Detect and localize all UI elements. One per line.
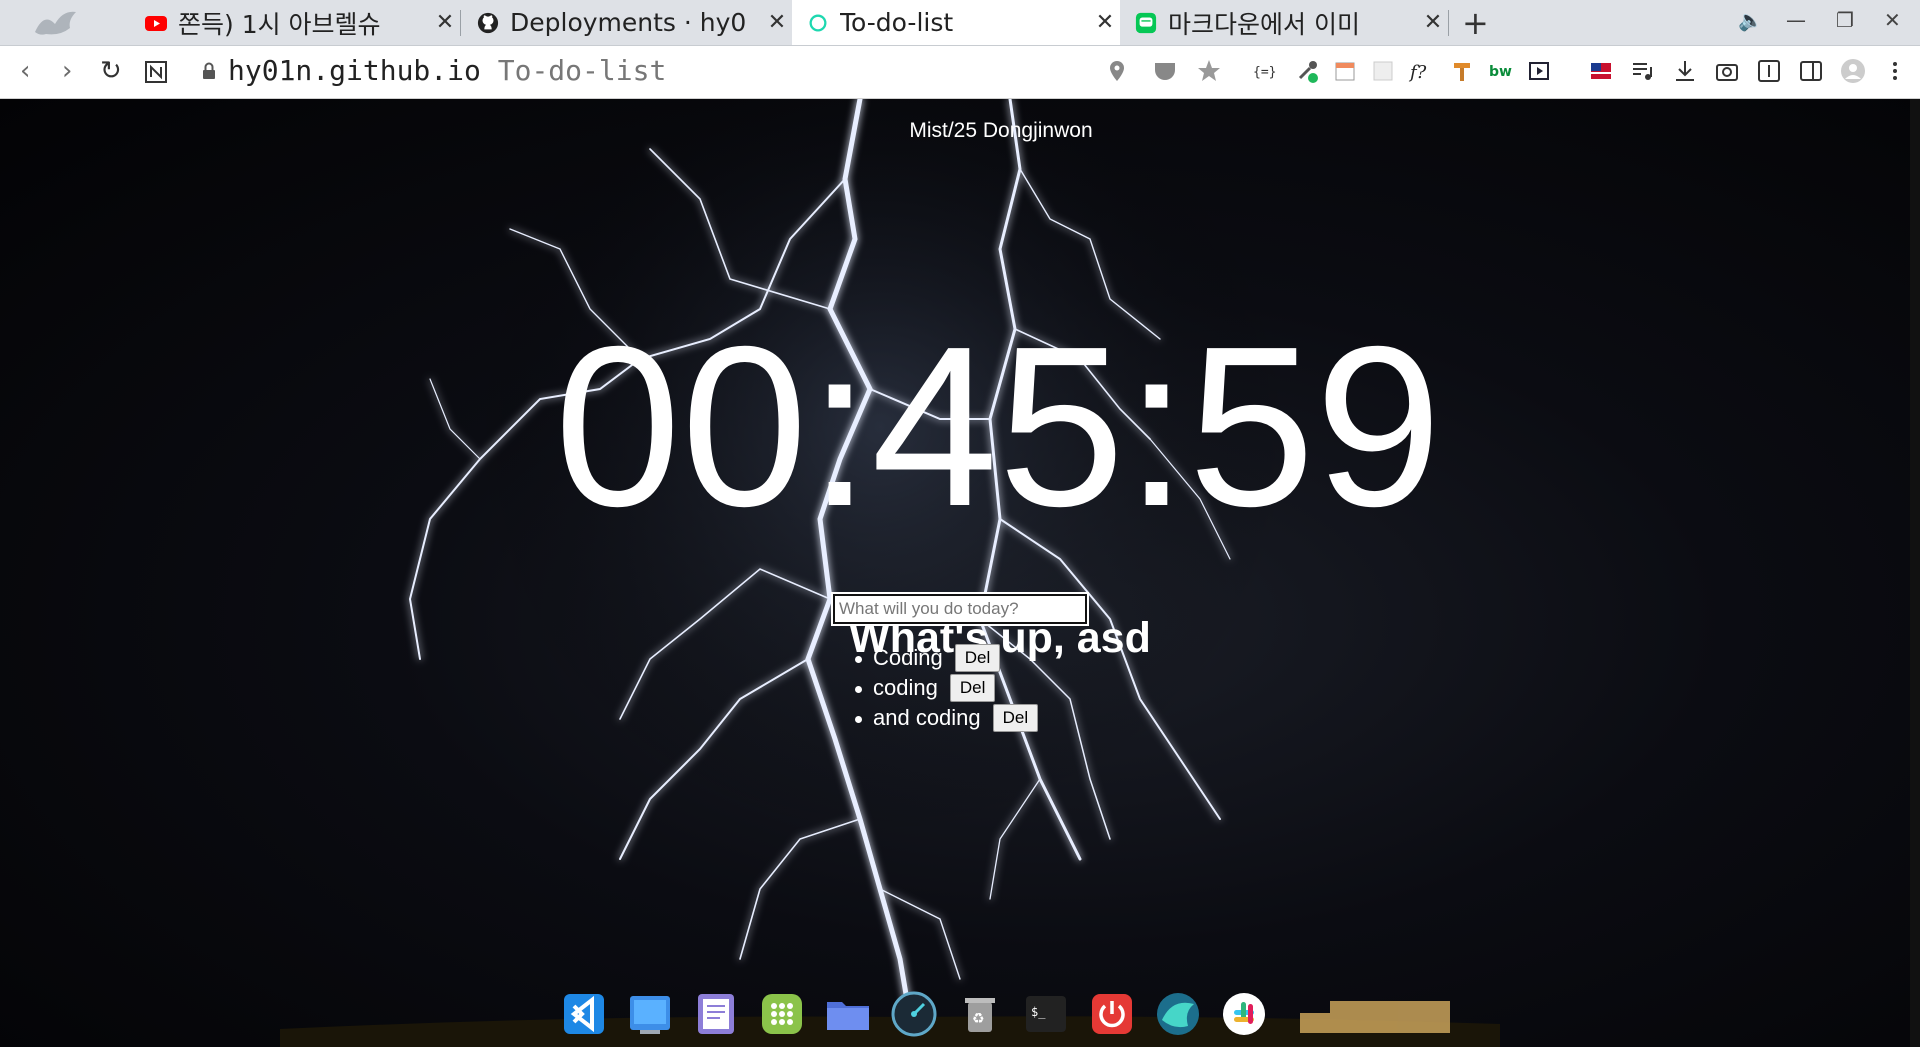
- restore-icon[interactable]: ❐: [1836, 8, 1854, 32]
- close-icon[interactable]: ✕: [430, 10, 460, 35]
- json-viewer-icon[interactable]: {=}: [1252, 58, 1278, 84]
- todo-item: and coding Del: [855, 703, 1039, 733]
- tab-github[interactable]: Deployments · hy0 ✕: [462, 0, 792, 45]
- youtube-icon: [145, 15, 167, 31]
- close-window-icon[interactable]: ✕: [1884, 8, 1901, 32]
- tab-title: 쫀득) 1시 아브렐슈: [178, 9, 381, 39]
- url-path: To-do-list: [497, 54, 667, 87]
- lightning-background-image: [280, 99, 1500, 1047]
- power-icon[interactable]: [1088, 990, 1136, 1038]
- media-icon[interactable]: [1526, 58, 1552, 84]
- svg-text:$_: $_: [1031, 1005, 1046, 1019]
- vscode-icon[interactable]: [560, 990, 608, 1038]
- chat-icon: [1135, 12, 1157, 33]
- tab-divider: [1448, 10, 1449, 36]
- download-icon[interactable]: [1672, 58, 1698, 84]
- tab-bar: 쫀득) 1시 아브렐슈 ✕ Deployments · hy0 ✕ To-do-…: [0, 0, 1920, 46]
- apps-grid-icon[interactable]: [758, 990, 806, 1038]
- circle-icon: [809, 14, 827, 31]
- svg-text:{=}: {=}: [1253, 65, 1276, 80]
- speaker-icon[interactable]: 🔈: [1738, 8, 1763, 32]
- reader-icon[interactable]: [1756, 58, 1782, 84]
- todo-input[interactable]: [831, 592, 1089, 626]
- delete-button[interactable]: Del: [992, 704, 1039, 732]
- lock-icon[interactable]: [202, 62, 216, 80]
- todo-list: Coding Del coding Del and coding Del: [855, 643, 1039, 733]
- calendar-icon[interactable]: [1332, 58, 1358, 84]
- new-tab-button[interactable]: +: [1462, 4, 1489, 42]
- tab-todo-list[interactable]: To-do-list ✕: [792, 0, 1120, 45]
- notion-icon[interactable]: [144, 60, 168, 84]
- slack-icon[interactable]: [1220, 990, 1268, 1038]
- trash-icon[interactable]: ♻: [956, 990, 1004, 1038]
- terminal-icon[interactable]: $_: [1022, 990, 1070, 1038]
- delete-button[interactable]: Del: [954, 644, 1001, 672]
- todo-text: and coding: [873, 705, 981, 730]
- close-icon[interactable]: ✕: [762, 10, 792, 35]
- pocket-icon[interactable]: [1152, 58, 1178, 84]
- desktop-icon[interactable]: [626, 990, 674, 1038]
- sidebar-icon[interactable]: [1798, 58, 1824, 84]
- profile-avatar-icon[interactable]: [1840, 58, 1866, 84]
- playlist-icon[interactable]: [1630, 58, 1656, 84]
- github-icon: [477, 12, 499, 33]
- camera-icon[interactable]: [1714, 58, 1740, 84]
- location-pin-icon[interactable]: [1104, 58, 1130, 84]
- svg-text:bw: bw: [1489, 64, 1512, 80]
- menu-dots-icon[interactable]: [1882, 58, 1908, 84]
- todo-item: Coding Del: [855, 643, 1038, 673]
- url-field[interactable]: hy01n.github.io To-do-list: [228, 54, 666, 87]
- tab-youtube[interactable]: 쫀득) 1시 아브렐슈 ✕: [130, 0, 460, 45]
- url-domain: hy01n.github.io: [228, 54, 481, 87]
- photo-credit: Mist/25 Dongjinwon: [909, 119, 1093, 142]
- tab-title: 마크다운에서 이미: [1168, 9, 1360, 39]
- reload-icon[interactable]: ↻: [100, 56, 122, 86]
- hammer-icon[interactable]: [1450, 58, 1476, 84]
- notes-icon[interactable]: [692, 990, 740, 1038]
- svg-text:♻: ♻: [972, 1011, 985, 1027]
- browser-logo-icon: [35, 11, 76, 35]
- extension-grid-icon[interactable]: [1370, 58, 1396, 84]
- formula-icon[interactable]: f?: [1408, 58, 1434, 84]
- eyedropper-icon[interactable]: [1294, 58, 1320, 84]
- clock-display: 00:45:59: [554, 300, 1442, 554]
- taskbar-dock: ♻ $_: [560, 990, 1268, 1038]
- todo-item: coding Del: [855, 673, 1038, 703]
- flag-icon[interactable]: [1588, 58, 1614, 84]
- close-icon[interactable]: ✕: [1418, 10, 1448, 35]
- minimize-icon[interactable]: —: [1786, 8, 1806, 32]
- page-background: Mist/25 Dongjinwon 00:45:59 What's up, a…: [0, 99, 1920, 1047]
- svg-text:f?: f?: [1408, 62, 1427, 83]
- tab-title: To-do-list: [840, 8, 954, 37]
- folder-icon[interactable]: [824, 990, 872, 1038]
- tab-markdown[interactable]: 마크다운에서 이미 ✕: [1120, 0, 1448, 45]
- todo-text: Coding: [873, 645, 943, 670]
- star-icon[interactable]: [1196, 58, 1222, 84]
- forward-icon[interactable]: ›: [62, 56, 72, 86]
- back-icon[interactable]: ‹: [20, 56, 30, 86]
- tab-divider: [460, 10, 461, 36]
- tab-title: Deployments · hy0: [510, 8, 747, 37]
- delete-button[interactable]: Del: [949, 674, 996, 702]
- address-toolbar: ‹ › ↻ hy01n.github.io To-do-list {=} f? …: [0, 46, 1920, 99]
- bw-icon[interactable]: bw: [1488, 58, 1514, 84]
- browser-icon[interactable]: [1154, 990, 1202, 1038]
- todo-text: coding: [873, 675, 938, 700]
- close-icon[interactable]: ✕: [1090, 10, 1120, 35]
- stacer-icon[interactable]: [890, 990, 938, 1038]
- scrollbar[interactable]: [1910, 99, 1920, 1047]
